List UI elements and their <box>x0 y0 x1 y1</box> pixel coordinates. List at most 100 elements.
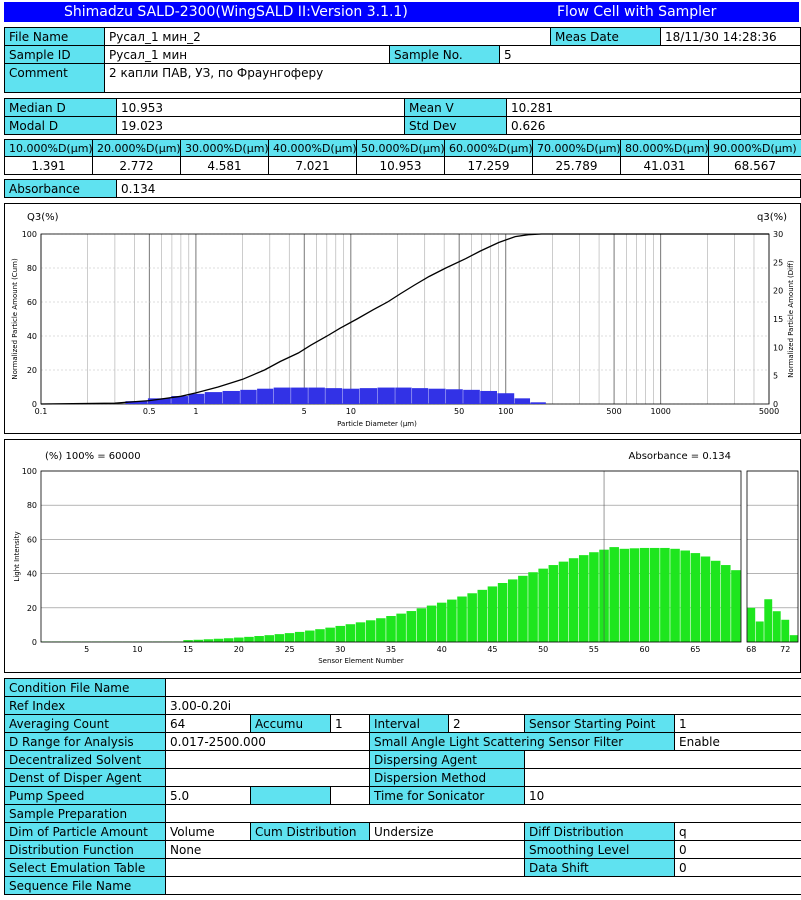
y-tick-label: 20 <box>27 366 37 375</box>
file-name-value: Русал_1 мин_2 <box>104 27 551 46</box>
diff-bar <box>530 402 546 404</box>
right-axis-title: q3(%) <box>757 212 787 223</box>
x-tick-label: 5 <box>302 407 307 416</box>
intensity-bar <box>213 638 224 642</box>
x-tick-label: 20 <box>234 645 244 654</box>
intensity-bar <box>325 627 335 642</box>
x-tick-label: 55 <box>589 645 599 654</box>
light-intensity-chart-svg: 0 20 40 60 80 100 5 10 15 20 25 30 35 40 45 50 55 60 65 68 7… <box>13 451 799 665</box>
intensity-bar <box>609 547 619 642</box>
mean-v-value: 10.281 <box>506 98 801 117</box>
diff-bar <box>325 388 343 404</box>
absorbance-label: Absorbance <box>4 179 117 198</box>
x-tick-label: 10 <box>132 645 142 654</box>
sonicator-time-label: Time for Sonicator <box>369 786 525 805</box>
y-tick-label: 100 <box>22 467 37 476</box>
y2-tick-label: 5 <box>773 372 778 381</box>
x-tick-label: 40 <box>437 645 447 654</box>
y-tick-label: 80 <box>27 264 37 273</box>
intensity-bar <box>254 636 264 642</box>
denst-disper-agent-value <box>165 768 370 787</box>
diff-bar <box>188 393 205 404</box>
decentralized-solvent-label: Decentralized Solvent <box>4 750 166 769</box>
title-bar: Shimadzu SALD-2300(WingSALD II:Version 3… <box>4 2 799 22</box>
dispersion-method-label: Dispersion Method <box>369 768 525 787</box>
condition-file-label: Condition File Name <box>4 678 166 697</box>
sample-no-label: Sample No. <box>389 45 500 64</box>
intensity-bar <box>223 638 234 642</box>
blank-label <box>250 786 331 805</box>
intensity-bar <box>578 555 589 642</box>
median-d-label: Median D <box>4 98 117 117</box>
intensity-bar <box>548 565 559 642</box>
std-dev-value: 0.626 <box>506 116 801 135</box>
sequence-file-label: Sequence File Name <box>4 876 166 895</box>
y-tick-label: 60 <box>27 535 37 544</box>
x-tick-label: 500 <box>606 407 621 416</box>
y-tick-label: 40 <box>27 570 37 579</box>
left-axis-title: Q3(%) <box>27 212 59 223</box>
diff-bar <box>342 388 360 404</box>
intensity-bar <box>710 560 721 642</box>
intensity-bar <box>447 599 457 642</box>
x-tick-label: 10 <box>346 407 356 416</box>
intensity-bar <box>568 558 579 642</box>
intensity-bar <box>234 637 244 642</box>
intensity-bar <box>315 629 325 642</box>
x-tick-label: 15 <box>183 645 193 654</box>
smoothing-level-value: 0 <box>674 840 801 859</box>
diff-bar <box>395 387 412 404</box>
right-caption: Absorbance = 0.134 <box>629 451 731 462</box>
pump-speed-value: 5.0 <box>165 786 251 805</box>
dim-particle-amount-label: Dim of Particle Amount <box>4 822 166 841</box>
diff-bar <box>240 389 257 404</box>
diff-distribution-value: q <box>674 822 801 841</box>
cumulative-line <box>40 233 769 405</box>
data-shift-value: 0 <box>674 858 801 877</box>
intensity-bar <box>680 550 690 642</box>
sample-preparation-value <box>165 804 801 823</box>
intensity-bar <box>619 548 630 642</box>
intensity-bar <box>203 639 214 642</box>
intensity-bar <box>284 633 295 642</box>
ref-index-label: Ref Index <box>4 696 166 715</box>
percentile-header: 40.000%D(µm) <box>268 139 357 157</box>
diff-bar <box>222 390 240 404</box>
intensity-bar <box>507 579 518 642</box>
dispersing-agent-value <box>524 750 801 769</box>
y-tick-label: 60 <box>27 298 37 307</box>
x2-tick-label: 68 <box>746 645 756 654</box>
x-axis-label: Particle Diameter (µm) <box>337 420 417 428</box>
intensity-bar-secondary <box>781 619 790 642</box>
salss-filter-label: Small Angle Light Scattering Sensor Filt… <box>369 732 675 751</box>
diff-bar <box>428 388 446 404</box>
percentile-header: 60.000%D(µm) <box>444 139 533 157</box>
intensity-bar <box>294 631 305 642</box>
x2-tick-label: 72 <box>780 645 790 654</box>
data-shift-label: Data Shift <box>524 858 675 877</box>
percentile-value: 7.021 <box>268 156 357 175</box>
meas-date-value: 18/11/30 14:28:36 <box>660 27 801 46</box>
particle-size-chart-svg: 0204060801000510152025300.1 0.5 1 5 10 50 100 5… <box>11 212 795 428</box>
sensor-starting-point-label: Sensor Starting Point <box>524 714 675 733</box>
intensity-bar <box>386 616 396 642</box>
intensity-bar <box>457 596 467 642</box>
intensity-bar-secondary <box>747 607 756 642</box>
intensity-bar <box>365 620 376 642</box>
diff-bar <box>463 389 480 404</box>
left-caption: (%) 100% = 60000 <box>45 451 141 462</box>
sample-no-value: 5 <box>499 45 801 64</box>
sequence-file-value <box>165 876 801 895</box>
intensity-bar <box>264 635 275 642</box>
diff-bar <box>497 393 515 404</box>
percentile-value: 2.772 <box>92 156 181 175</box>
x-tick-label: 50 <box>454 407 464 416</box>
y2-tick-label: 15 <box>773 315 783 324</box>
diff-bar <box>291 387 308 404</box>
mean-v-label: Mean V <box>404 98 507 117</box>
percentile-header: 50.000%D(µm) <box>356 139 445 157</box>
sample-preparation-label: Sample Preparation <box>4 804 166 823</box>
diff-bar <box>273 387 291 404</box>
intensity-bar <box>528 572 538 642</box>
intensity-bar <box>589 552 599 642</box>
